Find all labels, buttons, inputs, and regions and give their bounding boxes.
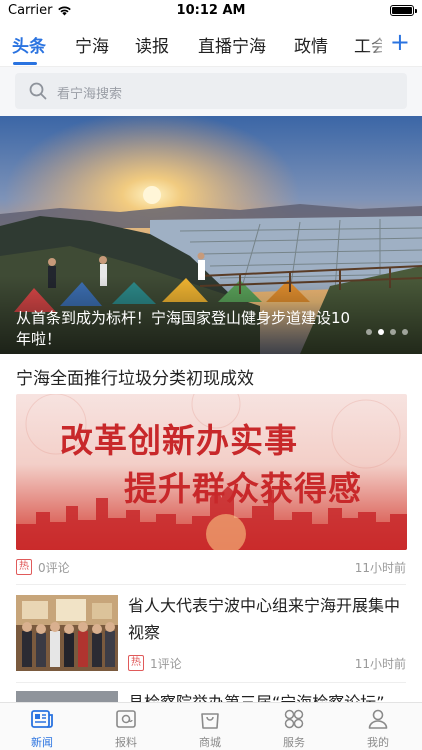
active-tab-indicator	[13, 62, 37, 65]
nav-report[interactable]: 报料	[96, 707, 156, 750]
article-meta: 热 0评论 11小时前	[16, 558, 406, 576]
article-title[interactable]: 宁海全面推行垃圾分类初现成效	[16, 364, 254, 389]
divider	[16, 682, 406, 683]
shopping-bag-icon	[201, 713, 219, 729]
article-title[interactable]: 省人大代表宁波中心组来宁海开展集中视察	[128, 592, 408, 646]
divider	[16, 584, 406, 585]
tab-politics[interactable]: 政情	[294, 32, 328, 57]
banner-caption: 从首条到成为标杆！宁海国家登山健身步道建设10年啦！	[16, 309, 351, 348]
publish-time: 11小时前	[354, 561, 406, 575]
nav-label: 新闻	[31, 736, 53, 749]
hot-badge: 热	[16, 559, 32, 575]
bottom-navigation: 新闻 报料 商城 服务 我的	[0, 702, 422, 750]
channel-tab-bar: 头条 宁海 读报 直播宁海 政情 工会 +	[0, 22, 422, 66]
services-grid-icon	[284, 709, 304, 729]
comment-count[interactable]: 0评论	[38, 559, 70, 576]
nav-services[interactable]: 服务	[264, 707, 324, 750]
poster-line-2: 提升群众获得感	[124, 469, 362, 508]
channel-tabs: 头条 宁海 读报 直播宁海 政情 工会	[12, 22, 382, 66]
status-bar: Carrier 10:12 AM	[0, 0, 422, 22]
hot-badge: 热	[128, 655, 144, 671]
carousel-dot[interactable]	[366, 329, 372, 335]
nav-label: 商城	[199, 736, 221, 749]
nav-profile[interactable]: 我的	[348, 707, 408, 750]
article-thumbnail[interactable]	[16, 595, 118, 671]
poster-line-1: 改革创新办实事	[60, 421, 298, 460]
carousel-dot[interactable]	[390, 329, 396, 335]
meeting-photo	[16, 595, 118, 671]
tab-live-ninghai[interactable]: 直播宁海	[198, 32, 266, 57]
nav-label: 我的	[367, 736, 389, 749]
newspaper-icon	[31, 710, 53, 728]
battery-icon	[390, 5, 417, 16]
search-icon	[29, 82, 47, 100]
headline-carousel[interactable]: 从首条到成为标杆！宁海国家登山健身步道建设10年啦！	[0, 116, 422, 354]
tab-newspaper[interactable]: 读报	[135, 32, 169, 57]
nav-label: 服务	[283, 736, 305, 749]
search-area: 看宁海搜索	[0, 66, 422, 116]
plus-icon[interactable]: +	[390, 27, 410, 57]
tab-ninghai[interactable]: 宁海	[75, 32, 109, 57]
nav-mall[interactable]: 商城	[180, 707, 240, 750]
carousel-dots	[366, 329, 408, 335]
search-input[interactable]: 看宁海搜索	[15, 73, 407, 109]
article-feature-image[interactable]: 改革创新办实事 提升群众获得感	[16, 394, 407, 550]
tab-headlines[interactable]: 头条	[12, 32, 46, 57]
carousel-dot[interactable]	[402, 329, 408, 335]
nav-label: 报料	[115, 736, 137, 749]
search-placeholder: 看宁海搜索	[57, 87, 123, 102]
article-meta: 热 1评论 11小时前	[128, 654, 406, 672]
nav-news[interactable]: 新闻	[12, 707, 72, 750]
report-icon	[116, 710, 136, 728]
comment-count[interactable]: 1评论	[150, 655, 182, 672]
publish-time: 11小时前	[354, 657, 406, 671]
carousel-dot-active[interactable]	[378, 329, 384, 335]
clock: 10:12 AM	[176, 3, 246, 18]
profile-icon	[368, 709, 388, 729]
